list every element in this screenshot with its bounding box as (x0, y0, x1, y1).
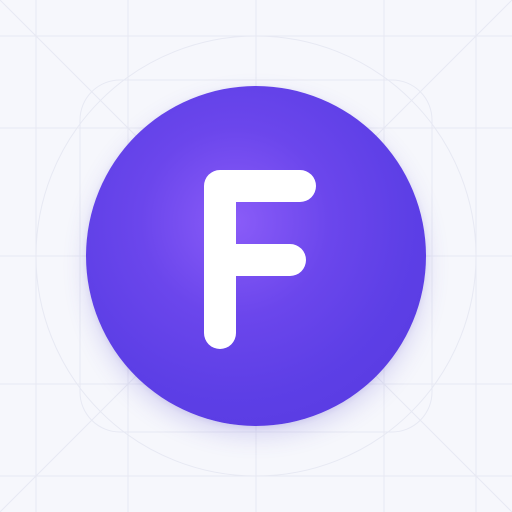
f-letter-icon (204, 170, 316, 349)
app-icon-canvas (0, 0, 512, 512)
